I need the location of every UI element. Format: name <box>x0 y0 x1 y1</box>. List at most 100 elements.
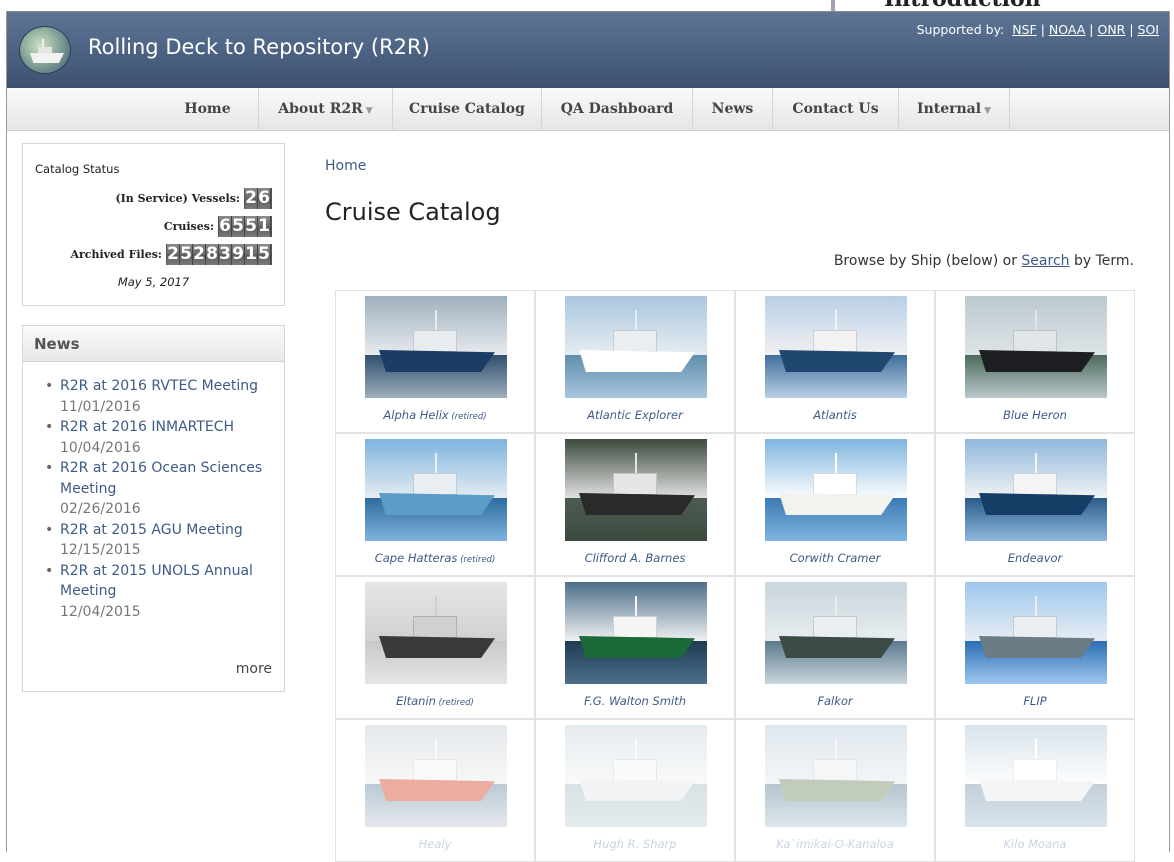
counter-digit: 6 <box>219 216 232 237</box>
ship-name[interactable]: Eltanin (retired) <box>336 694 534 708</box>
ship-photo[interactable] <box>965 582 1107 684</box>
news-title[interactable]: R2R at 2015 AGU Meeting <box>60 522 243 538</box>
sponsor-link-soi[interactable]: SOI <box>1138 22 1159 37</box>
counter-digit: 1 <box>258 216 271 237</box>
ship-name[interactable]: Cape Hatteras (retired) <box>336 551 534 565</box>
ship-card[interactable]: Cape Hatteras (retired) <box>335 433 535 576</box>
ship-photo[interactable] <box>565 582 707 684</box>
cruises-digits: 6551 <box>218 216 272 237</box>
vessels-label: (In Service) Vessels: <box>115 192 240 205</box>
ship-card[interactable]: Hugh R. Sharp <box>535 719 735 862</box>
ship-photo[interactable] <box>965 439 1107 541</box>
news-item[interactable]: R2R at 2016 RVTEC Meeting 11/01/2016 <box>45 376 281 417</box>
ship-photo[interactable] <box>765 725 907 827</box>
nav-news[interactable]: News <box>692 88 772 131</box>
nav-label: Contact Us <box>792 101 879 117</box>
news-title[interactable]: R2R at 2016 RVTEC Meeting <box>60 378 258 394</box>
nav-label: About R2R <box>278 101 363 117</box>
news-more-link[interactable]: more <box>236 661 272 677</box>
ship-name[interactable]: Kilo Moana <box>936 837 1134 851</box>
ship-card[interactable]: Atlantic Explorer <box>535 290 735 433</box>
counter-digit: 1 <box>245 244 258 265</box>
ship-name[interactable]: Corwith Cramer <box>736 551 934 565</box>
ship-name-text: Healy <box>418 837 452 851</box>
news-item[interactable]: R2R at 2015 UNOLS Annual Meeting 12/04/20… <box>45 561 281 623</box>
ship-card[interactable]: Falkor <box>735 576 935 719</box>
ship-photo[interactable] <box>365 296 507 398</box>
cruises-counter: Cruises: 6551 <box>164 216 272 237</box>
nav-internal[interactable]: Internal ▼ <box>898 88 1010 131</box>
ship-status-note: (retired) <box>448 412 487 422</box>
ship-photo[interactable] <box>365 725 507 827</box>
ship-status-note: (retired) <box>457 555 496 565</box>
ship-photo[interactable] <box>565 725 707 827</box>
nav-qa-dashboard[interactable]: QA Dashboard <box>541 88 692 131</box>
ship-name[interactable]: Hugh R. Sharp <box>536 837 734 851</box>
ship-name[interactable]: Blue Heron <box>936 408 1134 422</box>
ship-name[interactable]: Healy <box>336 837 534 851</box>
ship-name[interactable]: Ka`imikai-O-Kanaloa <box>736 837 934 851</box>
ship-card[interactable]: F.G. Walton Smith <box>535 576 735 719</box>
ship-card[interactable]: Eltanin (retired) <box>335 576 535 719</box>
sponsor-link-nsf[interactable]: NSF <box>1012 22 1036 37</box>
counter-digit: 9 <box>232 244 245 265</box>
nav-contact-us[interactable]: Contact Us <box>772 88 898 131</box>
ship-name[interactable]: Clifford A. Barnes <box>536 551 734 565</box>
breadcrumb[interactable]: Home <box>325 158 366 174</box>
ship-photo[interactable] <box>965 296 1107 398</box>
news-title[interactable]: R2R at 2016 Ocean Sciences Meeting <box>60 460 262 497</box>
site-header: Rolling Deck to Repository (R2R) Support… <box>7 12 1169 88</box>
news-heading: News <box>23 326 284 362</box>
page-title: Cruise Catalog <box>325 198 501 226</box>
news-date: 12/04/2015 <box>60 603 141 620</box>
sponsor-link-onr[interactable]: ONR <box>1097 22 1125 37</box>
news-title[interactable]: R2R at 2015 UNOLS Annual Meeting <box>60 563 253 600</box>
ship-card[interactable]: FLIP <box>935 576 1135 719</box>
ship-card[interactable]: Alpha Helix (retired) <box>335 290 535 433</box>
ship-name-text: Endeavor <box>1007 551 1063 565</box>
news-date: 02/26/2016 <box>60 501 141 517</box>
ship-name[interactable]: Atlantic Explorer <box>536 408 734 422</box>
ship-card[interactable]: Atlantis <box>735 290 935 433</box>
ship-photo[interactable] <box>365 582 507 684</box>
news-item[interactable]: R2R at 2016 Ocean Sciences Meeting 02/26/… <box>45 458 281 520</box>
ship-name-text: Blue Heron <box>1003 408 1067 422</box>
ship-photo[interactable] <box>565 439 707 541</box>
ship-card[interactable]: Endeavor <box>935 433 1135 576</box>
ship-photo[interactable] <box>365 439 507 541</box>
ship-photo[interactable] <box>765 582 907 684</box>
r2r-logo-icon[interactable] <box>19 26 71 74</box>
ship-card[interactable]: Ka`imikai-O-Kanaloa <box>735 719 935 862</box>
ship-card[interactable]: Kilo Moana <box>935 719 1135 862</box>
counter-digit: 8 <box>206 244 219 265</box>
ship-card[interactable]: Corwith Cramer <box>735 433 935 576</box>
ship-name[interactable]: Falkor <box>736 694 934 708</box>
ship-card[interactable]: Clifford A. Barnes <box>535 433 735 576</box>
sponsor-separator: | <box>1036 22 1049 37</box>
main-nav: Home About R2R ▼ Cruise Catalog QA Dashbo… <box>7 88 1169 131</box>
ship-name[interactable]: Atlantis <box>736 408 934 422</box>
search-link[interactable]: Search <box>1021 253 1069 269</box>
chevron-down-icon: ▼ <box>984 106 991 116</box>
ship-photo[interactable] <box>765 296 907 398</box>
nav-home[interactable]: Home <box>157 88 258 131</box>
news-item[interactable]: R2R at 2016 INMARTECH 10/04/2016 <box>45 417 281 458</box>
ship-photo[interactable] <box>965 725 1107 827</box>
nav-cruise-catalog[interactable]: Cruise Catalog <box>392 88 541 131</box>
ship-name[interactable]: FLIP <box>936 694 1134 708</box>
news-title[interactable]: R2R at 2016 INMARTECH <box>60 419 234 435</box>
supported-by-label: Supported by: <box>916 22 1005 37</box>
site-title[interactable]: Rolling Deck to Repository (R2R) <box>88 35 430 59</box>
ship-name[interactable]: F.G. Walton Smith <box>536 694 734 708</box>
nav-about[interactable]: About R2R ▼ <box>258 88 392 131</box>
ship-card[interactable]: Blue Heron <box>935 290 1135 433</box>
news-list: R2R at 2016 RVTEC Meeting 11/01/2016 R2R … <box>45 376 281 622</box>
ship-photo[interactable] <box>765 439 907 541</box>
ship-name[interactable]: Endeavor <box>936 551 1134 565</box>
ship-card[interactable]: Healy <box>335 719 535 862</box>
ship-photo[interactable] <box>565 296 707 398</box>
news-item[interactable]: R2R at 2015 AGU Meeting 12/15/2015 <box>45 520 281 561</box>
ship-name-text: FLIP <box>1023 694 1047 708</box>
sponsor-link-noaa[interactable]: NOAA <box>1049 22 1085 37</box>
ship-name[interactable]: Alpha Helix (retired) <box>336 408 534 422</box>
